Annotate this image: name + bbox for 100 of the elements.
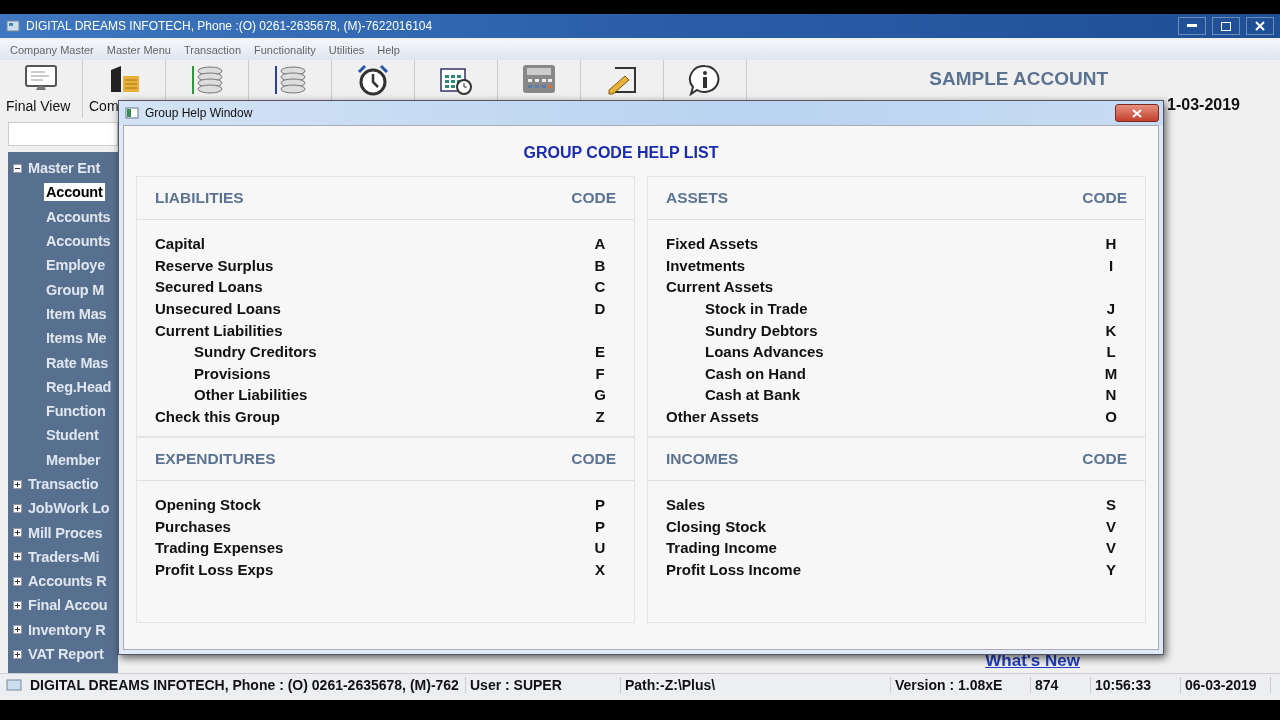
- group-name: Closing Stock: [666, 517, 766, 535]
- coin-stack-icon: [273, 64, 307, 96]
- tree-item[interactable]: JobWork Lo: [26, 499, 112, 518]
- tree-item[interactable]: VAT Report: [26, 645, 106, 664]
- group-name: Profit Loss Exps: [155, 561, 274, 579]
- tree-item[interactable]: Account: [44, 183, 105, 202]
- group-name: Current Liabilities: [155, 321, 283, 339]
- section-title: LIABILITIES: [155, 189, 244, 207]
- tree-item[interactable]: Student: [44, 426, 101, 445]
- menu-item[interactable]: Master Menu: [106, 44, 171, 56]
- group-code: V: [1105, 517, 1117, 535]
- toolbar-button[interactable]: Final View: [0, 60, 83, 118]
- tree-item[interactable]: Member: [44, 450, 103, 469]
- expand-icon[interactable]: [13, 552, 22, 562]
- code-header: CODE: [1082, 189, 1127, 207]
- close-button[interactable]: [1115, 104, 1159, 122]
- group-name: Current Assets: [666, 278, 773, 296]
- company-name: SAMPLE ACCOUNT: [929, 68, 1108, 90]
- group-code: N: [1104, 386, 1118, 404]
- tree-item[interactable]: Item Mas: [44, 304, 109, 323]
- group-code: V: [1105, 539, 1117, 557]
- tree-item[interactable]: Inventory R: [26, 620, 108, 639]
- group-code: F: [594, 364, 606, 382]
- tree-item[interactable]: Items Me: [44, 329, 109, 348]
- group-code: O: [1104, 408, 1118, 426]
- menu-item[interactable]: Help: [377, 44, 400, 56]
- tree-item[interactable]: Transactio: [26, 475, 101, 493]
- status-text: DIGITAL DREAMS INFOTECH, Phone : (O) 0261-2635678, (M)-762: [26, 677, 466, 693]
- status-text: Version : 1.08xE: [891, 677, 1031, 693]
- tree-item[interactable]: Accounts: [44, 232, 113, 251]
- group-code: Z: [594, 408, 606, 426]
- minimize-button[interactable]: [1178, 17, 1206, 35]
- expand-icon[interactable]: [13, 528, 22, 538]
- collapse-icon[interactable]: [13, 163, 22, 173]
- status-text: Path:-Z:\Plus\: [621, 677, 891, 693]
- tree-item[interactable]: Group M: [44, 280, 107, 299]
- tree-item[interactable]: Reg.Head: [44, 377, 114, 396]
- tree-item[interactable]: Traders-Mi: [26, 547, 102, 566]
- close-icon: [1132, 108, 1142, 118]
- group-name: Secured Loans: [155, 278, 263, 296]
- expand-icon[interactable]: [13, 625, 22, 635]
- group-code: U: [593, 539, 607, 557]
- group-code: P: [594, 496, 606, 514]
- group-name: Other Assets: [666, 408, 759, 426]
- group-code: G: [593, 386, 607, 404]
- pencil-note-icon: [605, 64, 639, 96]
- group-code: D: [593, 300, 607, 318]
- group-code: H: [1104, 235, 1118, 253]
- expand-icon[interactable]: [13, 576, 22, 586]
- tree-item[interactable]: Accounts R: [26, 572, 109, 591]
- menu-item[interactable]: Company Master: [10, 44, 94, 56]
- group-code: I: [1107, 256, 1115, 274]
- section-title: INCOMES: [666, 450, 739, 468]
- group-name: Invetments: [666, 256, 746, 274]
- group-code: C: [593, 278, 607, 296]
- group-name: Sundry Creditors: [194, 343, 317, 361]
- alarm-clock-icon: [356, 64, 390, 96]
- window-icon: [125, 107, 139, 119]
- group-code: P: [594, 517, 606, 535]
- date-text: 1-03-2019: [1167, 96, 1240, 114]
- group-name: Reserve Surplus: [155, 256, 274, 274]
- section-title: ASSETS: [666, 189, 728, 207]
- tree-item[interactable]: Master Ent: [26, 159, 103, 178]
- expand-icon[interactable]: [13, 503, 22, 513]
- app-icon: [6, 20, 20, 32]
- code-header: CODE: [571, 450, 616, 468]
- tree-item[interactable]: Rate Mas: [44, 353, 111, 372]
- group-name: Stock in Trade: [705, 300, 808, 318]
- group-code: X: [594, 561, 606, 579]
- tree-item[interactable]: Employe: [44, 256, 108, 275]
- group-code: M: [1103, 364, 1119, 382]
- tree-item[interactable]: Mill Proces: [26, 523, 105, 542]
- search-field[interactable]: [8, 122, 118, 146]
- tree-item[interactable]: Final Accou: [26, 596, 110, 615]
- group-code: K: [1104, 321, 1118, 339]
- code-header: CODE: [1082, 450, 1127, 468]
- group-code: S: [1105, 496, 1117, 514]
- maximize-button[interactable]: [1212, 17, 1240, 35]
- code-header: CODE: [571, 189, 616, 207]
- menu-item[interactable]: Transaction: [183, 44, 242, 56]
- menu-item[interactable]: Utilities: [328, 44, 365, 56]
- group-code: E: [594, 343, 606, 361]
- close-icon: [1255, 21, 1265, 31]
- group-code: Y: [1105, 561, 1117, 579]
- group-name: Cash on Hand: [705, 364, 806, 382]
- whats-new-link[interactable]: What's New: [985, 651, 1080, 671]
- list-heading: GROUP CODE HELP LIST: [522, 144, 720, 162]
- window-title: DIGITAL DREAMS INFOTECH, Phone :(O) 0261-2635678, (M)-7622016104: [26, 19, 434, 33]
- expand-icon[interactable]: [13, 649, 22, 659]
- group-name: Opening Stock: [155, 496, 261, 514]
- group-name: Sales: [666, 496, 706, 514]
- expand-icon[interactable]: [13, 479, 22, 489]
- status-text: 874: [1031, 677, 1091, 693]
- group-name: Trading Expenses: [155, 539, 284, 557]
- menu-item[interactable]: Functionality: [254, 44, 316, 56]
- tree-item[interactable]: Function: [44, 402, 108, 421]
- tree-item[interactable]: Accounts: [44, 207, 113, 226]
- expand-icon[interactable]: [13, 601, 22, 610]
- group-code: L: [1105, 343, 1117, 361]
- group-name: Trading Income: [666, 539, 777, 557]
